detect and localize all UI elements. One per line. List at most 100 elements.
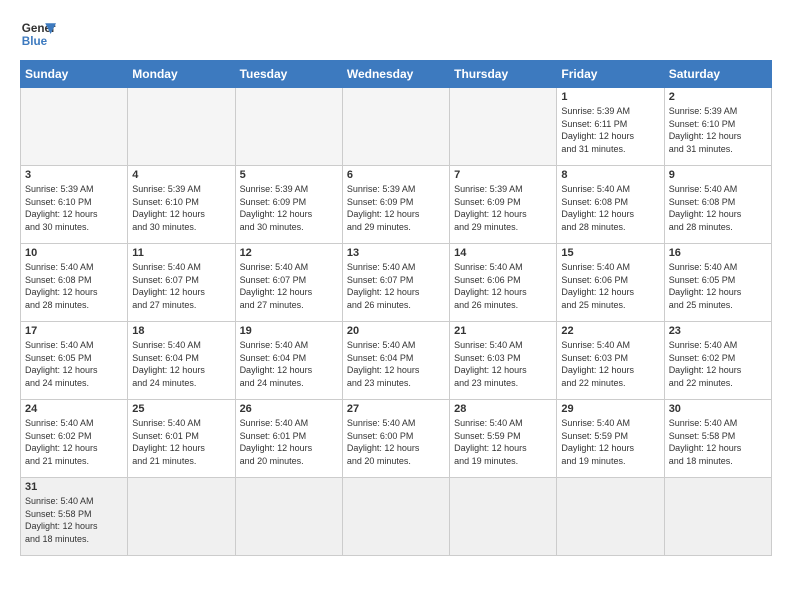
calendar-cell: 26 Sunrise: 5:40 AM Sunset: 6:01 PM Dayli… bbox=[235, 400, 342, 478]
day-info: Sunrise: 5:40 AM Sunset: 6:02 PM Dayligh… bbox=[669, 339, 767, 389]
calendar-cell: 6 Sunrise: 5:39 AM Sunset: 6:09 PM Daylig… bbox=[342, 166, 449, 244]
day-number: 30 bbox=[669, 403, 767, 415]
calendar-cell: 17Sunrise: 5:40 AM Sunset: 6:05 PM Dayli… bbox=[21, 322, 128, 400]
day-info: Sunrise: 5:39 AM Sunset: 6:10 PM Dayligh… bbox=[132, 183, 230, 233]
day-number: 2 bbox=[669, 91, 767, 103]
calendar-cell: 22Sunrise: 5:40 AM Sunset: 6:03 PM Dayli… bbox=[557, 322, 664, 400]
day-number: 18 bbox=[132, 325, 230, 337]
day-number: 7 bbox=[454, 169, 552, 181]
calendar-cell: 31 Sunrise: 5:40 AM Sunset: 5:58 PM Dayli… bbox=[21, 478, 128, 556]
day-number: 4 bbox=[132, 169, 230, 181]
calendar-cell: 16Sunrise: 5:40 AM Sunset: 6:05 PM Dayli… bbox=[664, 244, 771, 322]
day-number: 8 bbox=[561, 169, 659, 181]
calendar-cell: 10 Sunrise: 5:40 AM Sunset: 6:08 PM Dayli… bbox=[21, 244, 128, 322]
day-number: 22 bbox=[561, 325, 659, 337]
calendar-cell: 14 Sunrise: 5:40 AM Sunset: 6:06 PM Dayli… bbox=[450, 244, 557, 322]
weekday-header-thursday: Thursday bbox=[450, 61, 557, 88]
day-info: Sunrise: 5:40 AM Sunset: 6:06 PM Dayligh… bbox=[454, 261, 552, 311]
weekday-header-row: SundayMondayTuesdayWednesdayThursdayFrid… bbox=[21, 61, 772, 88]
calendar-cell: 5Sunrise: 5:39 AM Sunset: 6:09 PM Daylig… bbox=[235, 166, 342, 244]
day-info: Sunrise: 5:40 AM Sunset: 6:04 PM Dayligh… bbox=[240, 339, 338, 389]
weekday-header-sunday: Sunday bbox=[21, 61, 128, 88]
day-number: 27 bbox=[347, 403, 445, 415]
calendar-cell bbox=[342, 478, 449, 556]
calendar-cell: 8 Sunrise: 5:40 AM Sunset: 6:08 PM Daylig… bbox=[557, 166, 664, 244]
day-info: Sunrise: 5:40 AM Sunset: 6:03 PM Dayligh… bbox=[454, 339, 552, 389]
logo: General Blue bbox=[20, 16, 56, 52]
calendar-cell: 2Sunrise: 5:39 AM Sunset: 6:10 PM Daylig… bbox=[664, 88, 771, 166]
calendar-cell bbox=[21, 88, 128, 166]
day-info: Sunrise: 5:40 AM Sunset: 6:08 PM Dayligh… bbox=[25, 261, 123, 311]
calendar-cell: 25Sunrise: 5:40 AM Sunset: 6:01 PM Dayli… bbox=[128, 400, 235, 478]
calendar-cell bbox=[235, 88, 342, 166]
day-number: 3 bbox=[25, 169, 123, 181]
day-number: 10 bbox=[25, 247, 123, 259]
day-info: Sunrise: 5:40 AM Sunset: 5:58 PM Dayligh… bbox=[669, 417, 767, 467]
calendar-cell bbox=[342, 88, 449, 166]
calendar-cell: 19 Sunrise: 5:40 AM Sunset: 6:04 PM Dayli… bbox=[235, 322, 342, 400]
day-info: Sunrise: 5:40 AM Sunset: 6:08 PM Dayligh… bbox=[561, 183, 659, 233]
day-info: Sunrise: 5:40 AM Sunset: 5:59 PM Dayligh… bbox=[561, 417, 659, 467]
day-number: 26 bbox=[240, 403, 338, 415]
day-number: 28 bbox=[454, 403, 552, 415]
calendar-cell: 20Sunrise: 5:40 AM Sunset: 6:04 PM Dayli… bbox=[342, 322, 449, 400]
calendar-cell: 27 Sunrise: 5:40 AM Sunset: 6:00 PM Dayli… bbox=[342, 400, 449, 478]
day-number: 14 bbox=[454, 247, 552, 259]
week-row-5: 24 Sunrise: 5:40 AM Sunset: 6:02 PM Dayli… bbox=[21, 400, 772, 478]
day-info: Sunrise: 5:39 AM Sunset: 6:09 PM Dayligh… bbox=[347, 183, 445, 233]
week-row-4: 17Sunrise: 5:40 AM Sunset: 6:05 PM Dayli… bbox=[21, 322, 772, 400]
day-number: 9 bbox=[669, 169, 767, 181]
week-row-1: 1 Sunrise: 5:39 AM Sunset: 6:11 PM Daylig… bbox=[21, 88, 772, 166]
day-number: 15 bbox=[561, 247, 659, 259]
calendar-cell: 21 Sunrise: 5:40 AM Sunset: 6:03 PM Dayli… bbox=[450, 322, 557, 400]
calendar-cell: 9Sunrise: 5:40 AM Sunset: 6:08 PM Daylig… bbox=[664, 166, 771, 244]
calendar-cell: 11Sunrise: 5:40 AM Sunset: 6:07 PM Dayli… bbox=[128, 244, 235, 322]
day-info: Sunrise: 5:40 AM Sunset: 6:02 PM Dayligh… bbox=[25, 417, 123, 467]
day-number: 24 bbox=[25, 403, 123, 415]
week-row-6: 31 Sunrise: 5:40 AM Sunset: 5:58 PM Dayli… bbox=[21, 478, 772, 556]
day-number: 12 bbox=[240, 247, 338, 259]
day-info: Sunrise: 5:40 AM Sunset: 5:59 PM Dayligh… bbox=[454, 417, 552, 467]
calendar-cell bbox=[128, 478, 235, 556]
calendar-cell bbox=[664, 478, 771, 556]
calendar-cell: 7Sunrise: 5:39 AM Sunset: 6:09 PM Daylig… bbox=[450, 166, 557, 244]
day-info: Sunrise: 5:40 AM Sunset: 5:58 PM Dayligh… bbox=[25, 495, 123, 545]
day-number: 1 bbox=[561, 91, 659, 103]
day-number: 25 bbox=[132, 403, 230, 415]
day-number: 31 bbox=[25, 481, 123, 493]
calendar-table: SundayMondayTuesdayWednesdayThursdayFrid… bbox=[20, 60, 772, 556]
calendar-cell: 3 Sunrise: 5:39 AM Sunset: 6:10 PM Daylig… bbox=[21, 166, 128, 244]
day-info: Sunrise: 5:40 AM Sunset: 6:00 PM Dayligh… bbox=[347, 417, 445, 467]
week-row-2: 3 Sunrise: 5:39 AM Sunset: 6:10 PM Daylig… bbox=[21, 166, 772, 244]
calendar-cell bbox=[450, 88, 557, 166]
day-info: Sunrise: 5:39 AM Sunset: 6:11 PM Dayligh… bbox=[561, 105, 659, 155]
calendar-cell: 30 Sunrise: 5:40 AM Sunset: 5:58 PM Dayli… bbox=[664, 400, 771, 478]
day-info: Sunrise: 5:40 AM Sunset: 6:01 PM Dayligh… bbox=[240, 417, 338, 467]
calendar-cell: 15Sunrise: 5:40 AM Sunset: 6:06 PM Dayli… bbox=[557, 244, 664, 322]
day-number: 17 bbox=[25, 325, 123, 337]
header: General Blue bbox=[20, 16, 772, 52]
weekday-header-wednesday: Wednesday bbox=[342, 61, 449, 88]
calendar-cell: 1 Sunrise: 5:39 AM Sunset: 6:11 PM Daylig… bbox=[557, 88, 664, 166]
week-row-3: 10 Sunrise: 5:40 AM Sunset: 6:08 PM Dayli… bbox=[21, 244, 772, 322]
day-info: Sunrise: 5:39 AM Sunset: 6:10 PM Dayligh… bbox=[25, 183, 123, 233]
day-number: 11 bbox=[132, 247, 230, 259]
calendar-cell: 4 Sunrise: 5:39 AM Sunset: 6:10 PM Daylig… bbox=[128, 166, 235, 244]
weekday-header-monday: Monday bbox=[128, 61, 235, 88]
weekday-header-saturday: Saturday bbox=[664, 61, 771, 88]
day-info: Sunrise: 5:40 AM Sunset: 6:04 PM Dayligh… bbox=[132, 339, 230, 389]
calendar-cell: 18 Sunrise: 5:40 AM Sunset: 6:04 PM Dayli… bbox=[128, 322, 235, 400]
calendar-cell: 24 Sunrise: 5:40 AM Sunset: 6:02 PM Dayli… bbox=[21, 400, 128, 478]
weekday-header-friday: Friday bbox=[557, 61, 664, 88]
calendar-cell: 29Sunrise: 5:40 AM Sunset: 5:59 PM Dayli… bbox=[557, 400, 664, 478]
day-info: Sunrise: 5:40 AM Sunset: 6:04 PM Dayligh… bbox=[347, 339, 445, 389]
calendar-cell: 12Sunrise: 5:40 AM Sunset: 6:07 PM Dayli… bbox=[235, 244, 342, 322]
day-number: 23 bbox=[669, 325, 767, 337]
logo-icon: General Blue bbox=[20, 16, 56, 52]
day-number: 6 bbox=[347, 169, 445, 181]
day-number: 19 bbox=[240, 325, 338, 337]
day-number: 21 bbox=[454, 325, 552, 337]
calendar-cell bbox=[450, 478, 557, 556]
svg-text:Blue: Blue bbox=[22, 35, 48, 48]
calendar-cell bbox=[128, 88, 235, 166]
